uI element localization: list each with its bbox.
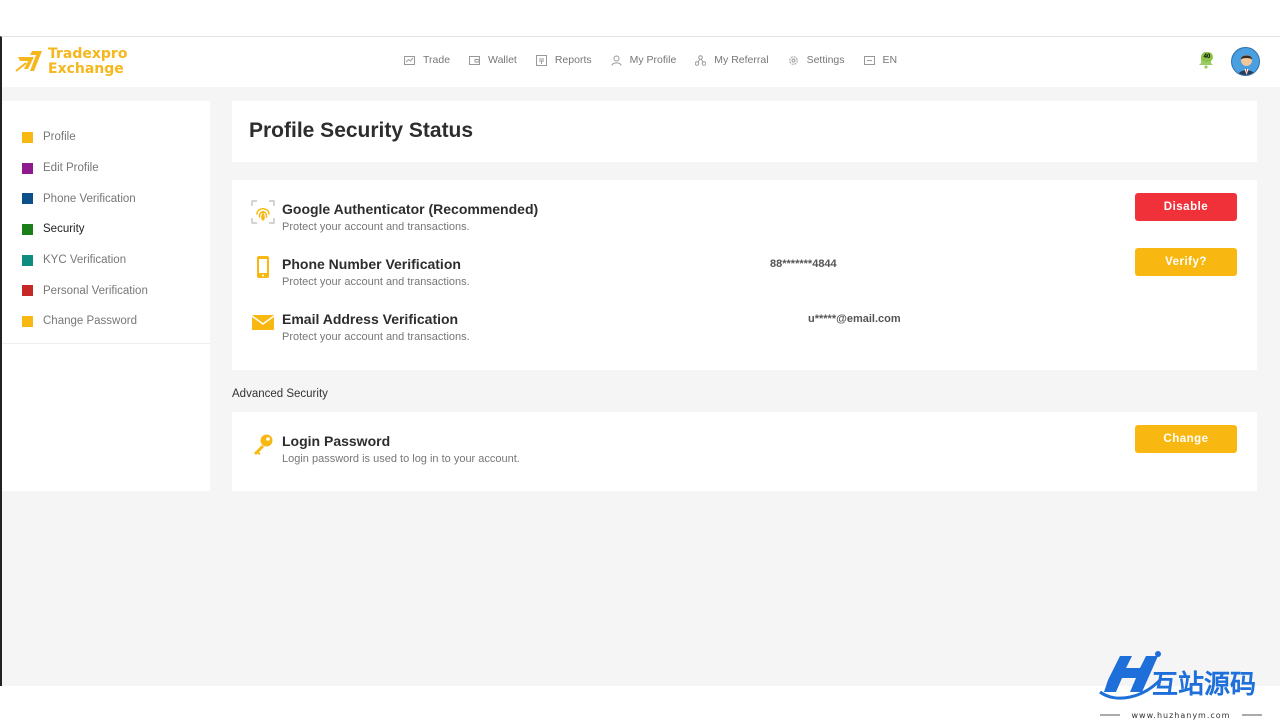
advanced-security-card: Login Password Login password is used to… [232,412,1257,491]
sidebar-item-change-password[interactable]: Change Password [2,306,210,337]
email-verification-row: Email Address Verification Protect your … [232,310,1257,350]
google-authenticator-row: Google Authenticator (Recommended) Prote… [232,193,1257,240]
google-authenticator-title: Google Authenticator (Recommended) [282,201,539,217]
phone-verification-row: Phone Number Verification Protect your a… [232,248,1257,295]
nav-settings[interactable]: Settings [788,54,845,66]
sidebar-item-label: Edit Profile [43,162,99,175]
nav-reports[interactable]: Reports [535,54,592,66]
top-navbar: Tradexpro Exchange Trade Wallet Reports … [2,37,1280,87]
sidebar-item-phone-verification[interactable]: Phone Verification [2,183,210,214]
masked-phone-number: 88*******4844 [770,258,837,270]
email-verification-title: Email Address Verification [282,311,459,327]
sidebar-bullet-icon [22,254,33,266]
sidebar-bullet-icon [22,193,33,205]
change-password-button[interactable]: Change [1135,425,1237,453]
login-password-title: Login Password [282,433,391,449]
nav-language[interactable]: EN [863,54,898,66]
referral-icon [695,54,707,66]
login-password-subtitle: Login password is used to log in to your… [282,453,520,465]
sidebar-item-label: Security [43,223,85,236]
advanced-security-heading: Advanced Security [232,388,328,400]
phone-verification-subtitle: Protect your account and transactions. [282,276,470,288]
nav-wallet[interactable]: Wallet [469,54,517,66]
brand-line1: Tradexpro [48,46,128,62]
mobile-phone-icon [257,256,269,278]
sidebar-menu: Profile Edit Profile Phone Verification … [2,101,210,337]
nav-language-label: EN [882,54,898,66]
disable-button[interactable]: Disable [1135,193,1237,221]
nav-reports-label: Reports [554,54,592,66]
sidebar-item-label: Change Password [43,315,137,328]
nav-my-referral-label: My Referral [714,54,769,66]
sidebar-item-security[interactable]: Security [2,214,210,245]
sidebar-bullet-icon [22,285,33,297]
sidebar-bullet-icon [22,131,33,143]
main-nav: Trade Wallet Reports My Profile My Refer… [404,54,916,66]
brand-line2: Exchange [48,61,124,77]
notification-badge: 40 [1201,52,1213,62]
page-title: Profile Security Status [249,119,474,142]
nav-trade[interactable]: Trade [404,54,450,66]
reports-icon [535,54,547,66]
fingerprint-icon [251,200,275,224]
nav-my-profile[interactable]: My Profile [611,54,677,66]
sidebar-item-personal-verification[interactable]: Personal Verification [2,275,210,306]
nav-my-referral[interactable]: My Referral [695,54,769,66]
verify-button[interactable]: Verify? [1135,248,1237,276]
nav-my-profile-label: My Profile [629,54,677,66]
sidebar-bullet-icon [22,315,33,327]
sidebar-bullet-icon [22,162,33,174]
phone-verification-title: Phone Number Verification [282,256,461,272]
security-status-card: Google Authenticator (Recommended) Prote… [232,180,1257,370]
user-icon [611,55,622,66]
sidebar-divider [2,343,210,344]
watermark-text: 互站源码 [1152,670,1256,700]
sidebar: Profile Edit Profile Phone Verification … [2,101,210,491]
sidebar-item-profile[interactable]: Profile [2,122,210,153]
app-window: Tradexpro Exchange Trade Wallet Reports … [0,36,1280,686]
sidebar-item-label: Phone Verification [43,192,136,205]
nav-trade-label: Trade [423,54,451,66]
page-title-card: Profile Security Status [232,101,1257,162]
sidebar-bullet-icon [22,223,33,235]
key-icon [254,434,273,455]
language-icon [863,55,875,65]
logo-icon [15,51,42,72]
email-verification-subtitle: Protect your account and transactions. [282,331,470,343]
watermark-url: www.huzhanym.com [1132,711,1231,720]
sidebar-item-edit-profile[interactable]: Edit Profile [2,153,210,184]
sidebar-item-label: Personal Verification [43,284,148,297]
login-password-row: Login Password Login password is used to… [232,425,1257,472]
wallet-icon [469,55,481,65]
envelope-icon [251,315,275,330]
sidebar-item-label: Profile [43,131,76,144]
nav-settings-label: Settings [806,54,845,66]
brand-name: Tradexpro Exchange [48,47,127,77]
gear-icon [788,55,798,65]
sidebar-item-kyc-verification[interactable]: KYC Verification [2,245,210,276]
avatar[interactable] [1231,47,1260,76]
sidebar-item-label: KYC Verification [43,254,127,267]
user-avatar-icon [1232,48,1259,75]
google-authenticator-subtitle: Protect your account and transactions. [282,221,470,233]
trade-icon [404,55,415,65]
brand-logo[interactable]: Tradexpro Exchange [14,47,127,77]
watermark-logo: 互站源码 www.huzhanym.com [1099,651,1262,720]
nav-wallet-label: Wallet [488,54,517,66]
masked-email: u*****@email.com [808,313,901,325]
